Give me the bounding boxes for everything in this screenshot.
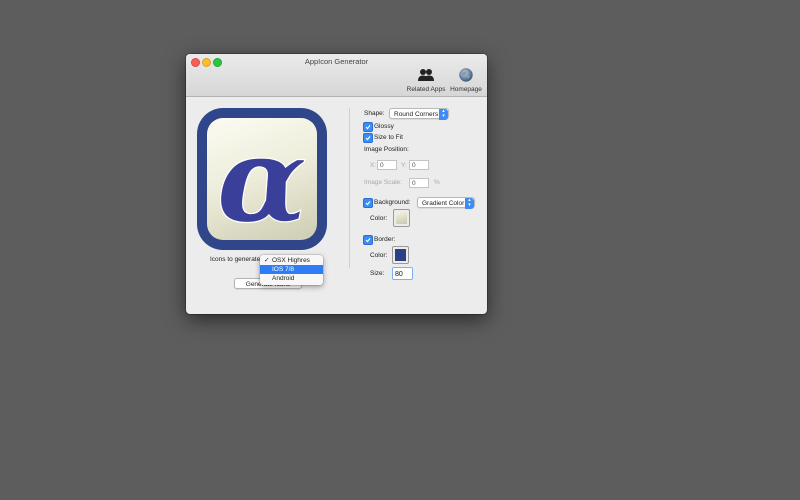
checkmark-icon: ✓ — [264, 257, 270, 264]
border-color-swatch — [395, 249, 406, 261]
icon-preview-background: α — [207, 118, 317, 240]
menu-item-osx-highres[interactable]: ✓ OSX Highres — [260, 256, 323, 265]
shape-select[interactable]: Round Corners ▴ ▾ — [389, 108, 449, 120]
border-color-label: Color: — [370, 252, 388, 259]
glossy-checkbox[interactable] — [363, 122, 373, 132]
menu-item-android[interactable]: Android — [260, 274, 323, 283]
border-checkbox[interactable] — [363, 235, 373, 245]
y-position-field[interactable]: 0 — [409, 160, 429, 170]
menu-item-ios[interactable]: IOS 7/8 — [260, 265, 323, 274]
checkmark-icon — [365, 238, 371, 243]
people-icon — [404, 68, 448, 84]
percent-label: % — [434, 179, 440, 186]
border-color-well[interactable] — [392, 246, 409, 264]
x-position-field[interactable]: 0 — [377, 160, 397, 170]
checkmark-icon — [365, 136, 371, 141]
related-apps-button[interactable]: Related Apps — [404, 68, 448, 93]
panel-divider — [349, 108, 350, 268]
size-to-fit-checkbox[interactable] — [363, 133, 373, 143]
size-to-fit-label: Size to Fit — [374, 134, 403, 141]
menu-item-label: Android — [272, 275, 295, 282]
border-label: Border: — [374, 236, 396, 243]
glossy-label: Glossy — [374, 123, 394, 130]
background-color-label: Color: — [370, 215, 388, 222]
menu-item-label: IOS 7/8 — [272, 266, 295, 273]
image-position-label: Image Position: — [364, 146, 409, 153]
image-scale-label: Image Scale: — [364, 179, 402, 186]
checkmark-icon — [365, 201, 371, 206]
checkmark-icon — [365, 125, 371, 130]
title-bar: AppIcon Generator Related Apps Homepage — [186, 54, 487, 97]
background-type-select[interactable]: Gradient Color ▴ ▾ — [417, 197, 475, 209]
icons-to-generate-label: Icons to generate — [210, 256, 261, 263]
menu-item-label: OSX Highres — [272, 257, 310, 264]
window-title: AppIcon Generator — [304, 57, 369, 66]
border-size-field[interactable]: 80 — [392, 267, 413, 280]
related-apps-label: Related Apps — [406, 86, 446, 93]
background-type-value: Gradient Color — [422, 200, 465, 207]
svg-text:α: α — [217, 118, 308, 240]
homepage-label: Homepage — [450, 86, 482, 93]
background-checkbox[interactable] — [363, 198, 373, 208]
shape-value: Round Corners — [394, 111, 439, 118]
updown-arrows-icon: ▴ ▾ — [439, 109, 448, 120]
updown-arrows-icon: ▴ ▾ — [465, 198, 474, 209]
homepage-button[interactable]: Homepage — [449, 68, 483, 93]
background-label: Background: — [374, 199, 411, 206]
y-label: Y: — [401, 162, 407, 169]
x-label: X: — [370, 162, 377, 169]
size-label: Size: — [370, 270, 385, 277]
app-window: AppIcon Generator Related Apps Homepage … — [186, 54, 487, 314]
image-scale-field[interactable]: 0 — [409, 178, 429, 188]
background-color-well[interactable] — [393, 209, 410, 227]
alpha-glyph-icon: α — [216, 118, 308, 240]
globe-icon — [449, 68, 483, 84]
icons-to-generate-menu: ✓ OSX Highres IOS 7/8 Android — [260, 255, 323, 285]
shape-label: Shape: — [364, 110, 385, 117]
icon-preview: α — [197, 108, 327, 250]
background-color-swatch — [396, 212, 407, 224]
